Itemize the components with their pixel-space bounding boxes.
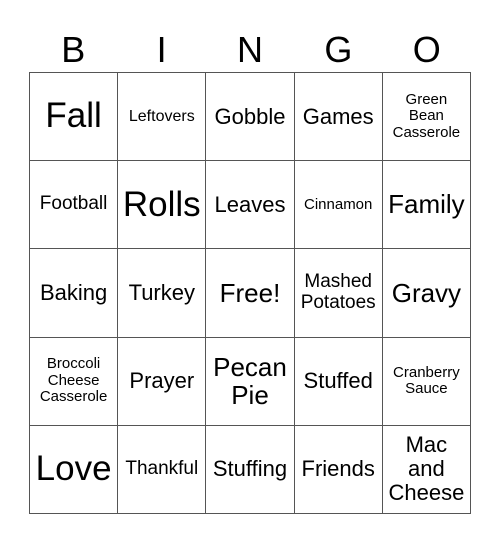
bingo-cell[interactable]: Prayer: [118, 337, 207, 426]
header-letter-n: N: [236, 29, 263, 70]
bingo-cell[interactable]: Friends: [294, 425, 383, 514]
bingo-cell[interactable]: Thankful: [118, 425, 207, 514]
bingo-cell[interactable]: Stuffing: [206, 425, 295, 514]
bingo-cell[interactable]: Games: [294, 73, 383, 162]
bingo-cell[interactable]: Broccoli Cheese Casserole: [30, 337, 119, 426]
bingo-cell[interactable]: Cranberry Sauce: [382, 337, 471, 426]
bingo-card: Fall Leftovers Gobble Games Green Bean C…: [29, 72, 471, 514]
bingo-cell[interactable]: Cinnamon: [294, 161, 383, 250]
header-letter-b: B: [61, 29, 86, 70]
bingo-cell[interactable]: Fall: [30, 73, 119, 162]
free-space-cell[interactable]: Free!: [206, 249, 295, 338]
bingo-cell[interactable]: Love: [30, 425, 119, 514]
header-letter-g: G: [324, 29, 353, 70]
bingo-cell[interactable]: Gobble: [206, 73, 295, 162]
bingo-header: B I N G O: [29, 30, 471, 70]
bingo-cell[interactable]: Pecan Pie: [206, 337, 295, 426]
bingo-cell[interactable]: Green Bean Casserole: [382, 73, 471, 162]
bingo-cell[interactable]: Baking: [30, 249, 119, 338]
header-letter-i: I: [156, 29, 167, 70]
bingo-cell[interactable]: Family: [382, 161, 471, 250]
bingo-cell[interactable]: Leaves: [206, 161, 295, 250]
bingo-cell[interactable]: Turkey: [118, 249, 207, 338]
bingo-cell[interactable]: Mashed Potatoes: [294, 249, 383, 338]
bingo-cell[interactable]: Leftovers: [118, 73, 207, 162]
bingo-cell[interactable]: Stuffed: [294, 337, 383, 426]
bingo-cell[interactable]: Gravy: [382, 249, 471, 338]
header-letter-o: O: [412, 29, 441, 70]
bingo-cell[interactable]: Mac and Cheese: [382, 425, 471, 514]
bingo-cell[interactable]: Football: [30, 161, 119, 250]
bingo-cell[interactable]: Rolls: [118, 161, 207, 250]
